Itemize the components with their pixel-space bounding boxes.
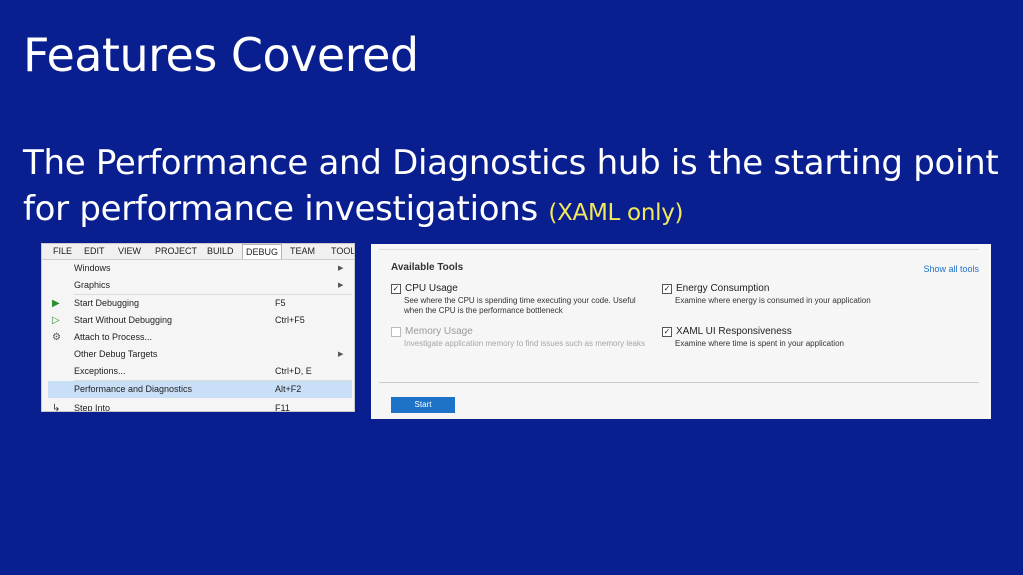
menu-item-graphics[interactable]: Graphics ▶ [48,277,352,294]
menu-project[interactable]: PROJECT [155,246,197,256]
tool-xaml-ui-responsiveness: ✓ XAML UI Responsiveness Examine where t… [662,326,975,349]
menu-item-label: Exceptions... [74,366,126,376]
menu-item-label: Attach to Process... [74,332,153,342]
menu-team[interactable]: TEAM [290,246,315,256]
tool-name: Energy Consumption [676,283,770,294]
subtitle-text: The Performance and Diagnostics hub is t… [23,143,999,229]
divider [379,249,979,250]
tool-description: Examine where energy is consumed in your… [675,296,871,305]
divider [379,382,979,383]
tool-memory-usage: Memory Usage Investigate application mem… [391,326,654,349]
menu-item-shortcut: F5 [275,298,286,308]
menu-item-exceptions[interactable]: Exceptions... Ctrl+D, E [48,363,352,380]
tool-description: See where the CPU is spending time execu… [404,296,636,315]
submenu-arrow-icon: ▶ [338,265,344,272]
tool-description: Investigate application memory to find i… [404,339,645,348]
start-button[interactable]: Start [391,397,455,413]
menu-debug[interactable]: DEBUG [242,244,283,259]
checkbox-cpu-usage[interactable]: ✓ [391,283,401,294]
menu-item-label: Performance and Diagnostics [74,384,193,394]
submenu-arrow-icon: ▶ [338,282,344,289]
menu-item-shortcut: F11 [275,403,290,412]
menu-item-other-debug-targets[interactable]: Other Debug Targets ▶ [48,346,352,363]
debug-dropdown: Windows ▶ Graphics ▶ ▶ Start Debugging F… [48,260,352,412]
checkbox-memory-usage[interactable] [391,326,401,337]
menu-file[interactable]: FILE [53,246,72,256]
subtitle-note: (XAML only) [548,200,684,226]
slide-subtitle: The Performance and Diagnostics hub is t… [23,140,1013,236]
submenu-arrow-icon: ▶ [338,351,344,358]
menu-item-label: Start Without Debugging [74,315,173,325]
menu-item-attach-to-process[interactable]: ⚙ Attach to Process... [48,329,352,346]
menu-item-label: Start Debugging [74,298,140,308]
debug-menu-screenshot: FILE EDIT VIEW PROJECT BUILD DEBUG TEAM … [41,243,355,412]
available-tools-heading: Available Tools [391,262,464,273]
slide-title: Features Covered [23,28,419,82]
step-into-icon: ↳ [52,403,61,412]
performance-tools-panel: Available Tools Show all tools ✓ CPU Usa… [371,244,991,419]
menu-item-label: Windows [74,263,111,273]
menu-item-start-without-debugging[interactable]: ▷ Start Without Debugging Ctrl+F5 [48,312,352,329]
tool-name: XAML UI Responsiveness [676,326,792,337]
tool-energy-consumption: ✓ Energy Consumption Examine where energ… [662,283,975,306]
menu-item-performance-and-diagnostics[interactable]: Performance and Diagnostics Alt+F2 [48,381,352,398]
menu-item-shortcut: Alt+F2 [275,384,302,394]
menu-item-label: Step Into [74,403,111,412]
menu-item-start-debugging[interactable]: ▶ Start Debugging F5 [48,295,352,312]
tool-cpu-usage: ✓ CPU Usage See where the CPU is spendin… [391,283,654,316]
menu-item-step-into[interactable]: ↳ Step Into F11 [48,400,352,412]
show-all-tools-link[interactable]: Show all tools [923,264,979,274]
checkbox-energy-consumption[interactable]: ✓ [662,283,672,294]
menu-edit[interactable]: EDIT [84,246,105,256]
tool-description: Examine where time is spent in your appl… [675,339,844,348]
menu-item-shortcut: Ctrl+D, E [275,366,312,376]
play-outline-icon: ▷ [52,315,60,326]
menu-item-label: Graphics [74,280,111,290]
gears-icon: ⚙ [52,332,61,343]
menu-bar: FILE EDIT VIEW PROJECT BUILD DEBUG TEAM … [42,244,354,260]
checkbox-xaml-ui-responsiveness[interactable]: ✓ [662,326,672,337]
menu-item-shortcut: Ctrl+F5 [275,315,305,325]
play-icon: ▶ [52,298,60,309]
menu-build[interactable]: BUILD [207,246,234,256]
tool-name: Memory Usage [405,326,473,337]
menu-tools[interactable]: TOOL [331,246,354,256]
menu-item-label: Other Debug Targets [74,349,158,359]
tool-name: CPU Usage [405,283,458,294]
menu-item-windows[interactable]: Windows ▶ [48,260,352,277]
menu-view[interactable]: VIEW [118,246,141,256]
